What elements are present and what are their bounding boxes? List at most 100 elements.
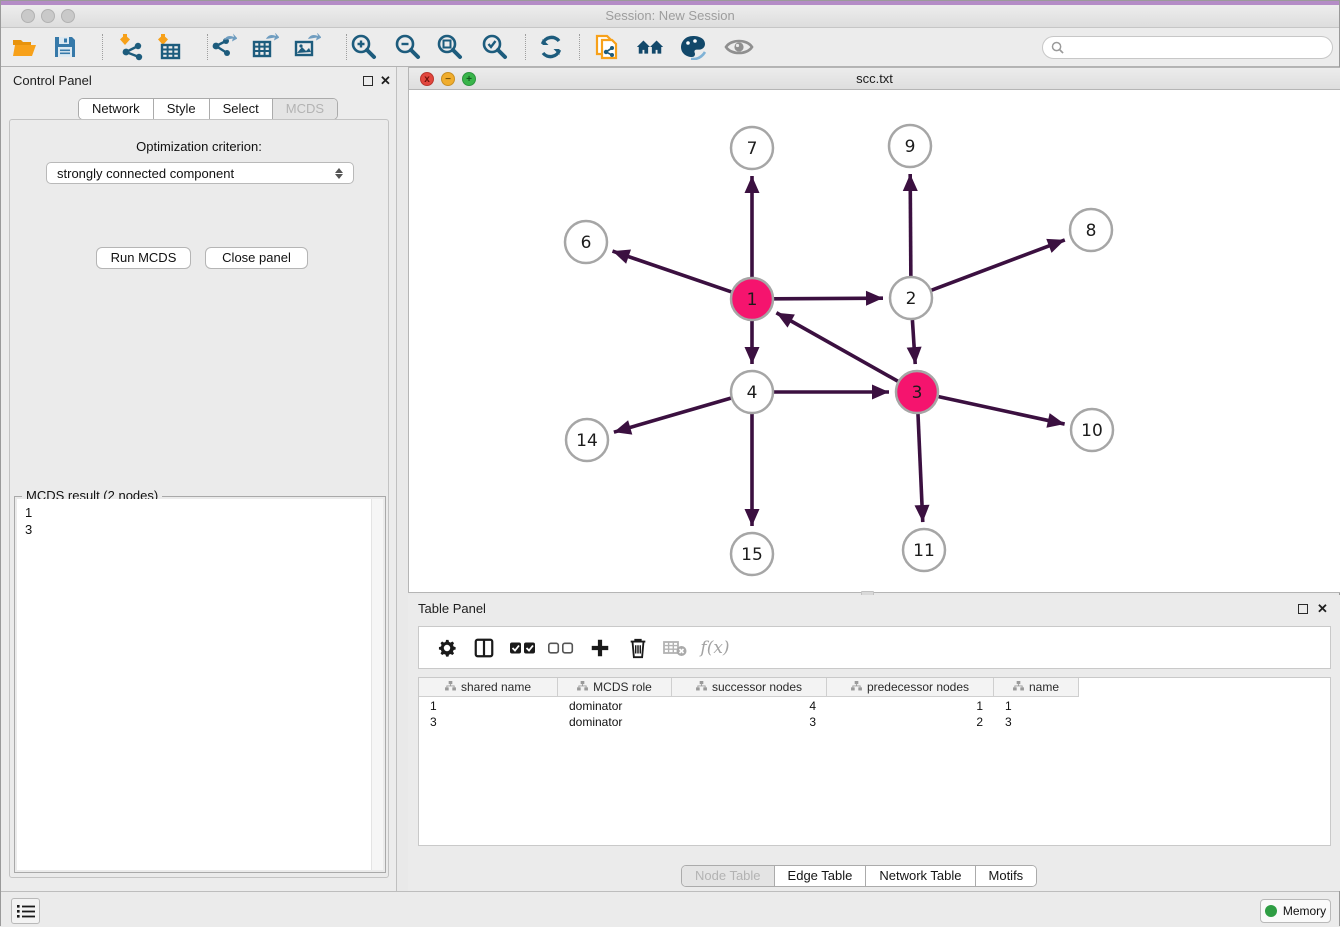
search-input[interactable] [1069, 41, 1332, 55]
network-view-titlebar[interactable]: x − + scc.txt [409, 68, 1340, 90]
graph-edge-1-6[interactable] [612, 251, 731, 292]
table-panel-tabs: Node TableEdge TableNetwork TableMotifs [681, 865, 1037, 887]
node-table: shared name MCDS rolesuccessor nodes prede… [418, 677, 1331, 846]
column-header-label: shared name [461, 680, 531, 694]
tab-network[interactable]: Network [79, 99, 154, 119]
mcds-panel: Optimization criterion: strongly connect… [9, 119, 389, 878]
close-panel-button[interactable]: Close panel [205, 247, 308, 269]
table-panel-header: Table Panel ✕ [408, 595, 1340, 623]
tab-motifs[interactable]: Motifs [976, 866, 1037, 886]
graph-node-label: 15 [741, 545, 763, 565]
window-titlebar: Session: New Session [1, 5, 1339, 28]
graph-edge-2-9[interactable] [910, 174, 911, 276]
network-canvas[interactable]: 1234678910111415 [409, 90, 1340, 592]
status-bar: Memory [1, 891, 1339, 927]
column-header-label: predecessor nodes [867, 680, 969, 694]
zoom-out-icon[interactable] [392, 32, 422, 62]
table-panel-title: Table Panel [418, 601, 486, 616]
save-session-icon[interactable] [50, 32, 80, 62]
graph-edge-4-14[interactable] [614, 398, 731, 432]
table-cell[interactable]: 1 [827, 698, 994, 714]
run-mcds-button[interactable]: Run MCDS [96, 247, 191, 269]
close-panel-icon[interactable]: ✕ [380, 73, 391, 89]
delete-table-icon [663, 639, 687, 657]
show-graphics-details-icon[interactable] [679, 32, 709, 62]
first-neighbors-icon[interactable] [635, 32, 665, 62]
close-table-panel-icon[interactable]: ✕ [1317, 601, 1328, 617]
column-header-label: name [1029, 680, 1059, 694]
export-image-icon[interactable] [292, 32, 322, 62]
column-header-successor-nodes[interactable]: successor nodes [672, 678, 827, 697]
toggle-column-panel-icon[interactable] [473, 637, 495, 659]
export-network-icon[interactable] [208, 32, 238, 62]
table-cell[interactable]: 3 [994, 714, 1079, 730]
table-cell[interactable]: 1 [994, 698, 1079, 714]
zoom-in-icon[interactable] [348, 32, 378, 62]
delete-row-icon[interactable] [628, 637, 648, 659]
tab-network-table[interactable]: Network Table [866, 866, 975, 886]
column-header-name[interactable]: name [994, 678, 1079, 697]
graph-node-label: 10 [1081, 421, 1103, 441]
table-header-row: shared name MCDS rolesuccessor nodes prede… [419, 678, 1079, 697]
result-line: 3 [25, 521, 383, 538]
network-view-title: scc.txt [409, 68, 1340, 89]
tab-style[interactable]: Style [154, 99, 210, 119]
control-panel: Control Panel ✕ NetworkStyleSelectMCDS O… [1, 67, 397, 891]
graph-edge-2-8[interactable] [932, 240, 1065, 290]
task-history-button[interactable] [11, 898, 40, 924]
import-network-icon[interactable] [116, 32, 146, 62]
graph-node-label: 1 [747, 290, 758, 310]
table-cell[interactable]: 2 [827, 714, 994, 730]
table-settings-icon[interactable] [436, 637, 458, 659]
import-table-icon[interactable] [154, 32, 184, 62]
list-icon [17, 904, 35, 918]
refresh-icon[interactable] [536, 32, 566, 62]
column-sort-icon [445, 680, 456, 694]
column-header-predecessor-nodes[interactable]: predecessor nodes [827, 678, 994, 697]
zoom-fit-icon[interactable] [434, 32, 464, 62]
mcds-result-groupbox: MCDS result (2 nodes) 13 [14, 496, 386, 873]
table-cell[interactable]: 3 [672, 714, 827, 730]
add-row-icon[interactable] [589, 637, 611, 659]
select-all-icon[interactable] [510, 641, 536, 654]
network-view-window: x − + scc.txt 1234678910111415 [408, 67, 1340, 593]
table-cell[interactable]: 1 [419, 698, 558, 714]
table-row-3[interactable]: 3dominator323 [419, 714, 1079, 730]
float-panel-icon[interactable] [363, 76, 373, 86]
open-session-icon[interactable] [10, 32, 40, 62]
graph-edge-1-2[interactable] [774, 298, 883, 299]
mcds-result-list[interactable]: 13 [17, 499, 383, 870]
optimization-criterion-label: Optimization criterion: [10, 139, 388, 154]
graph-edge-3-11[interactable] [918, 414, 923, 522]
column-sort-icon [851, 680, 862, 694]
result-scrollbar[interactable] [371, 499, 383, 870]
column-header-MCDS-role[interactable]: MCDS role [558, 678, 672, 697]
table-cell[interactable]: dominator [558, 698, 672, 714]
search-field[interactable] [1042, 36, 1333, 59]
table-cell[interactable]: 3 [419, 714, 558, 730]
dropdown-arrows-icon [335, 168, 343, 179]
tab-edge-table[interactable]: Edge Table [775, 866, 867, 886]
float-table-panel-icon[interactable] [1298, 604, 1308, 614]
control-panel-tabs: NetworkStyleSelectMCDS [78, 98, 338, 120]
search-icon [1051, 41, 1064, 54]
graph-edge-3-10[interactable] [938, 397, 1064, 424]
column-header-shared-name[interactable]: shared name [419, 678, 558, 697]
memory-button[interactable]: Memory [1260, 899, 1331, 923]
optimization-criterion-dropdown[interactable]: strongly connected component [46, 162, 354, 184]
table-row-1[interactable]: 1dominator411 [419, 698, 1079, 714]
eye-icon[interactable] [724, 32, 754, 62]
tab-select[interactable]: Select [210, 99, 273, 119]
graph-edge-2-3[interactable] [912, 320, 915, 364]
zoom-selected-icon[interactable] [479, 32, 509, 62]
create-network-from-selection-icon[interactable] [592, 32, 622, 62]
network-graph[interactable]: 1234678910111415 [409, 90, 1340, 592]
graph-edge-3-1[interactable] [776, 313, 897, 381]
main-toolbar [1, 28, 1339, 67]
tab-mcds[interactable]: MCDS [273, 99, 337, 119]
table-cell[interactable]: dominator [558, 714, 672, 730]
table-cell[interactable]: 4 [672, 698, 827, 714]
deselect-all-icon[interactable] [548, 641, 574, 654]
tab-node-table[interactable]: Node Table [682, 866, 775, 886]
export-table-icon[interactable] [250, 32, 280, 62]
